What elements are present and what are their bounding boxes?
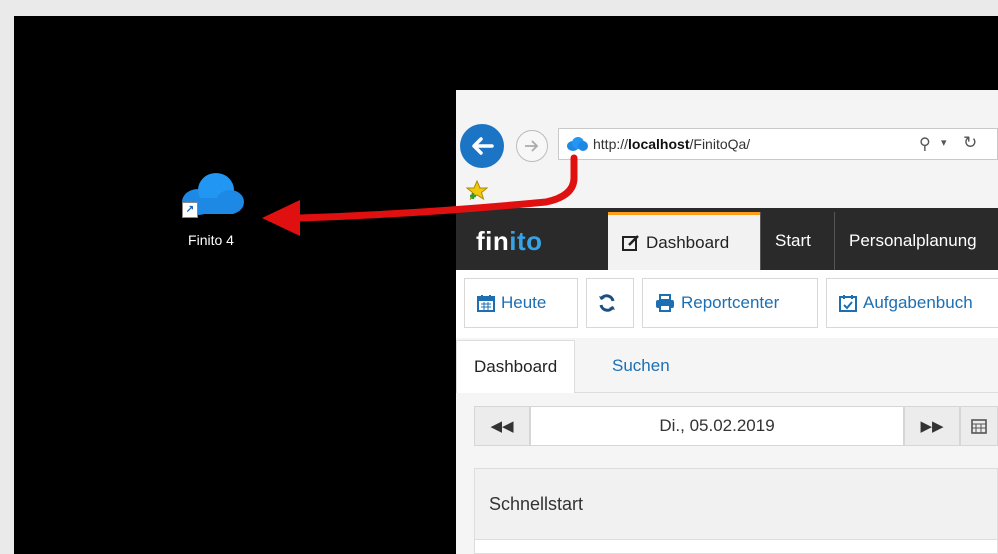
- search-icon[interactable]: ⚲: [919, 134, 931, 154]
- sync-icon: [599, 294, 615, 312]
- content-tabs: Dashboard Suchen: [456, 340, 998, 393]
- nav-tab-start[interactable]: Start: [760, 212, 834, 270]
- arrow-left-icon: [472, 137, 494, 155]
- calendar-icon: [477, 295, 495, 312]
- calendar-icon: [971, 419, 987, 434]
- browser-toolbar: http://localhost/FinitoQa/ ⚲ ▾ ↻: [456, 90, 998, 208]
- back-button[interactable]: [460, 124, 504, 168]
- date-navigator: ◀◀ Di., 05.02.2019 ▶▶: [474, 406, 998, 446]
- finito-logo[interactable]: finito: [476, 226, 543, 257]
- shortcut-arrow-icon: ↗: [182, 202, 198, 218]
- today-button[interactable]: Heute: [464, 278, 578, 328]
- schnellstart-panel: Schnellstart: [474, 468, 998, 554]
- tab-dashboard[interactable]: Dashboard: [456, 340, 576, 393]
- previous-date-button[interactable]: ◀◀: [474, 406, 530, 446]
- reportcenter-button[interactable]: Reportcenter: [642, 278, 818, 328]
- forward-button[interactable]: [516, 130, 548, 162]
- aufgabenbuch-button[interactable]: Aufgabenbuch: [826, 278, 998, 328]
- date-picker-button[interactable]: [960, 406, 998, 446]
- cloud-icon: ↗: [176, 168, 246, 220]
- calendar-check-icon: [839, 295, 857, 312]
- favorites-star-icon[interactable]: [465, 179, 489, 205]
- url-text: http://localhost/FinitoQa/: [593, 136, 751, 152]
- nav-tab-dashboard[interactable]: Dashboard: [608, 212, 760, 270]
- dropdown-icon[interactable]: ▾: [941, 136, 947, 149]
- dashboard-content: Dashboard Suchen ◀◀ Di., 05.02.2019 ▶▶ S…: [456, 338, 998, 554]
- app-toolbar: Heute Reportcenter Aufgabenbuch: [456, 270, 998, 338]
- nav-tab-personalplanung[interactable]: Personalplanung: [834, 212, 998, 270]
- finito-desktop-shortcut[interactable]: ↗ Finito 4: [156, 168, 266, 248]
- printer-icon: [656, 294, 674, 312]
- app-navbar: finito Dashboard Start Personalplanung: [456, 208, 998, 270]
- arrow-right-icon: [525, 140, 539, 152]
- refresh-button[interactable]: [586, 278, 634, 328]
- fast-backward-icon: ◀◀: [490, 418, 514, 435]
- refresh-icon[interactable]: ↻: [963, 133, 977, 153]
- next-date-button[interactable]: ▶▶: [904, 406, 960, 446]
- tab-suchen[interactable]: Suchen: [592, 340, 690, 392]
- browser-window: http://localhost/FinitoQa/ ⚲ ▾ ↻ finito …: [456, 90, 998, 554]
- site-cloud-icon: [567, 137, 588, 151]
- panel-title: Schnellstart: [475, 469, 997, 540]
- fast-forward-icon: ▶▶: [920, 418, 944, 435]
- desktop-icon-label: Finito 4: [188, 232, 234, 248]
- edit-icon: [622, 234, 639, 251]
- address-bar[interactable]: http://localhost/FinitoQa/ ⚲ ▾ ↻: [558, 128, 998, 160]
- date-field[interactable]: Di., 05.02.2019: [530, 406, 904, 446]
